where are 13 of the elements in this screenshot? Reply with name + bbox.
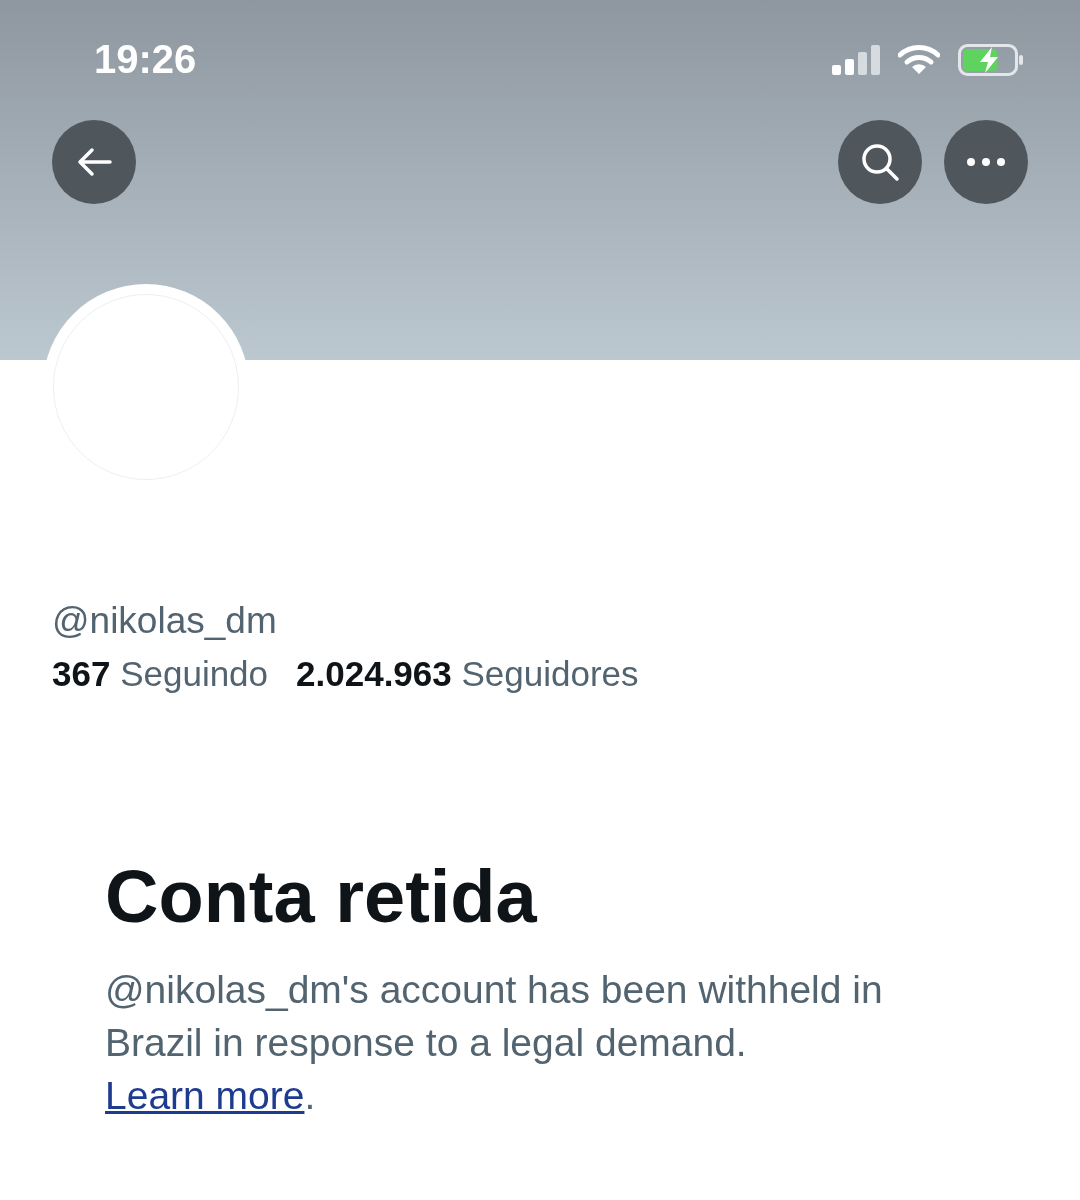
arrow-left-icon: [76, 147, 112, 177]
profile-handle: @nikolas_dm: [52, 600, 278, 642]
search-icon: [860, 142, 900, 182]
notice-title: Conta retida: [105, 854, 538, 939]
learn-more-link[interactable]: Learn more: [105, 1074, 305, 1117]
status-time: 19:26: [94, 36, 197, 82]
followers-count[interactable]: 2.024.963 Seguidores: [296, 654, 639, 694]
following-count[interactable]: 367 Seguindo: [52, 654, 269, 694]
more-icon: [967, 158, 1005, 166]
wifi-icon: [898, 45, 940, 75]
battery-charging-icon: [958, 44, 1024, 76]
notice-message: @nikolas_dm's account has been withheld in Brazil in response to a legal demand. Learn more.: [105, 967, 884, 1119]
signal-icon: [832, 45, 880, 75]
